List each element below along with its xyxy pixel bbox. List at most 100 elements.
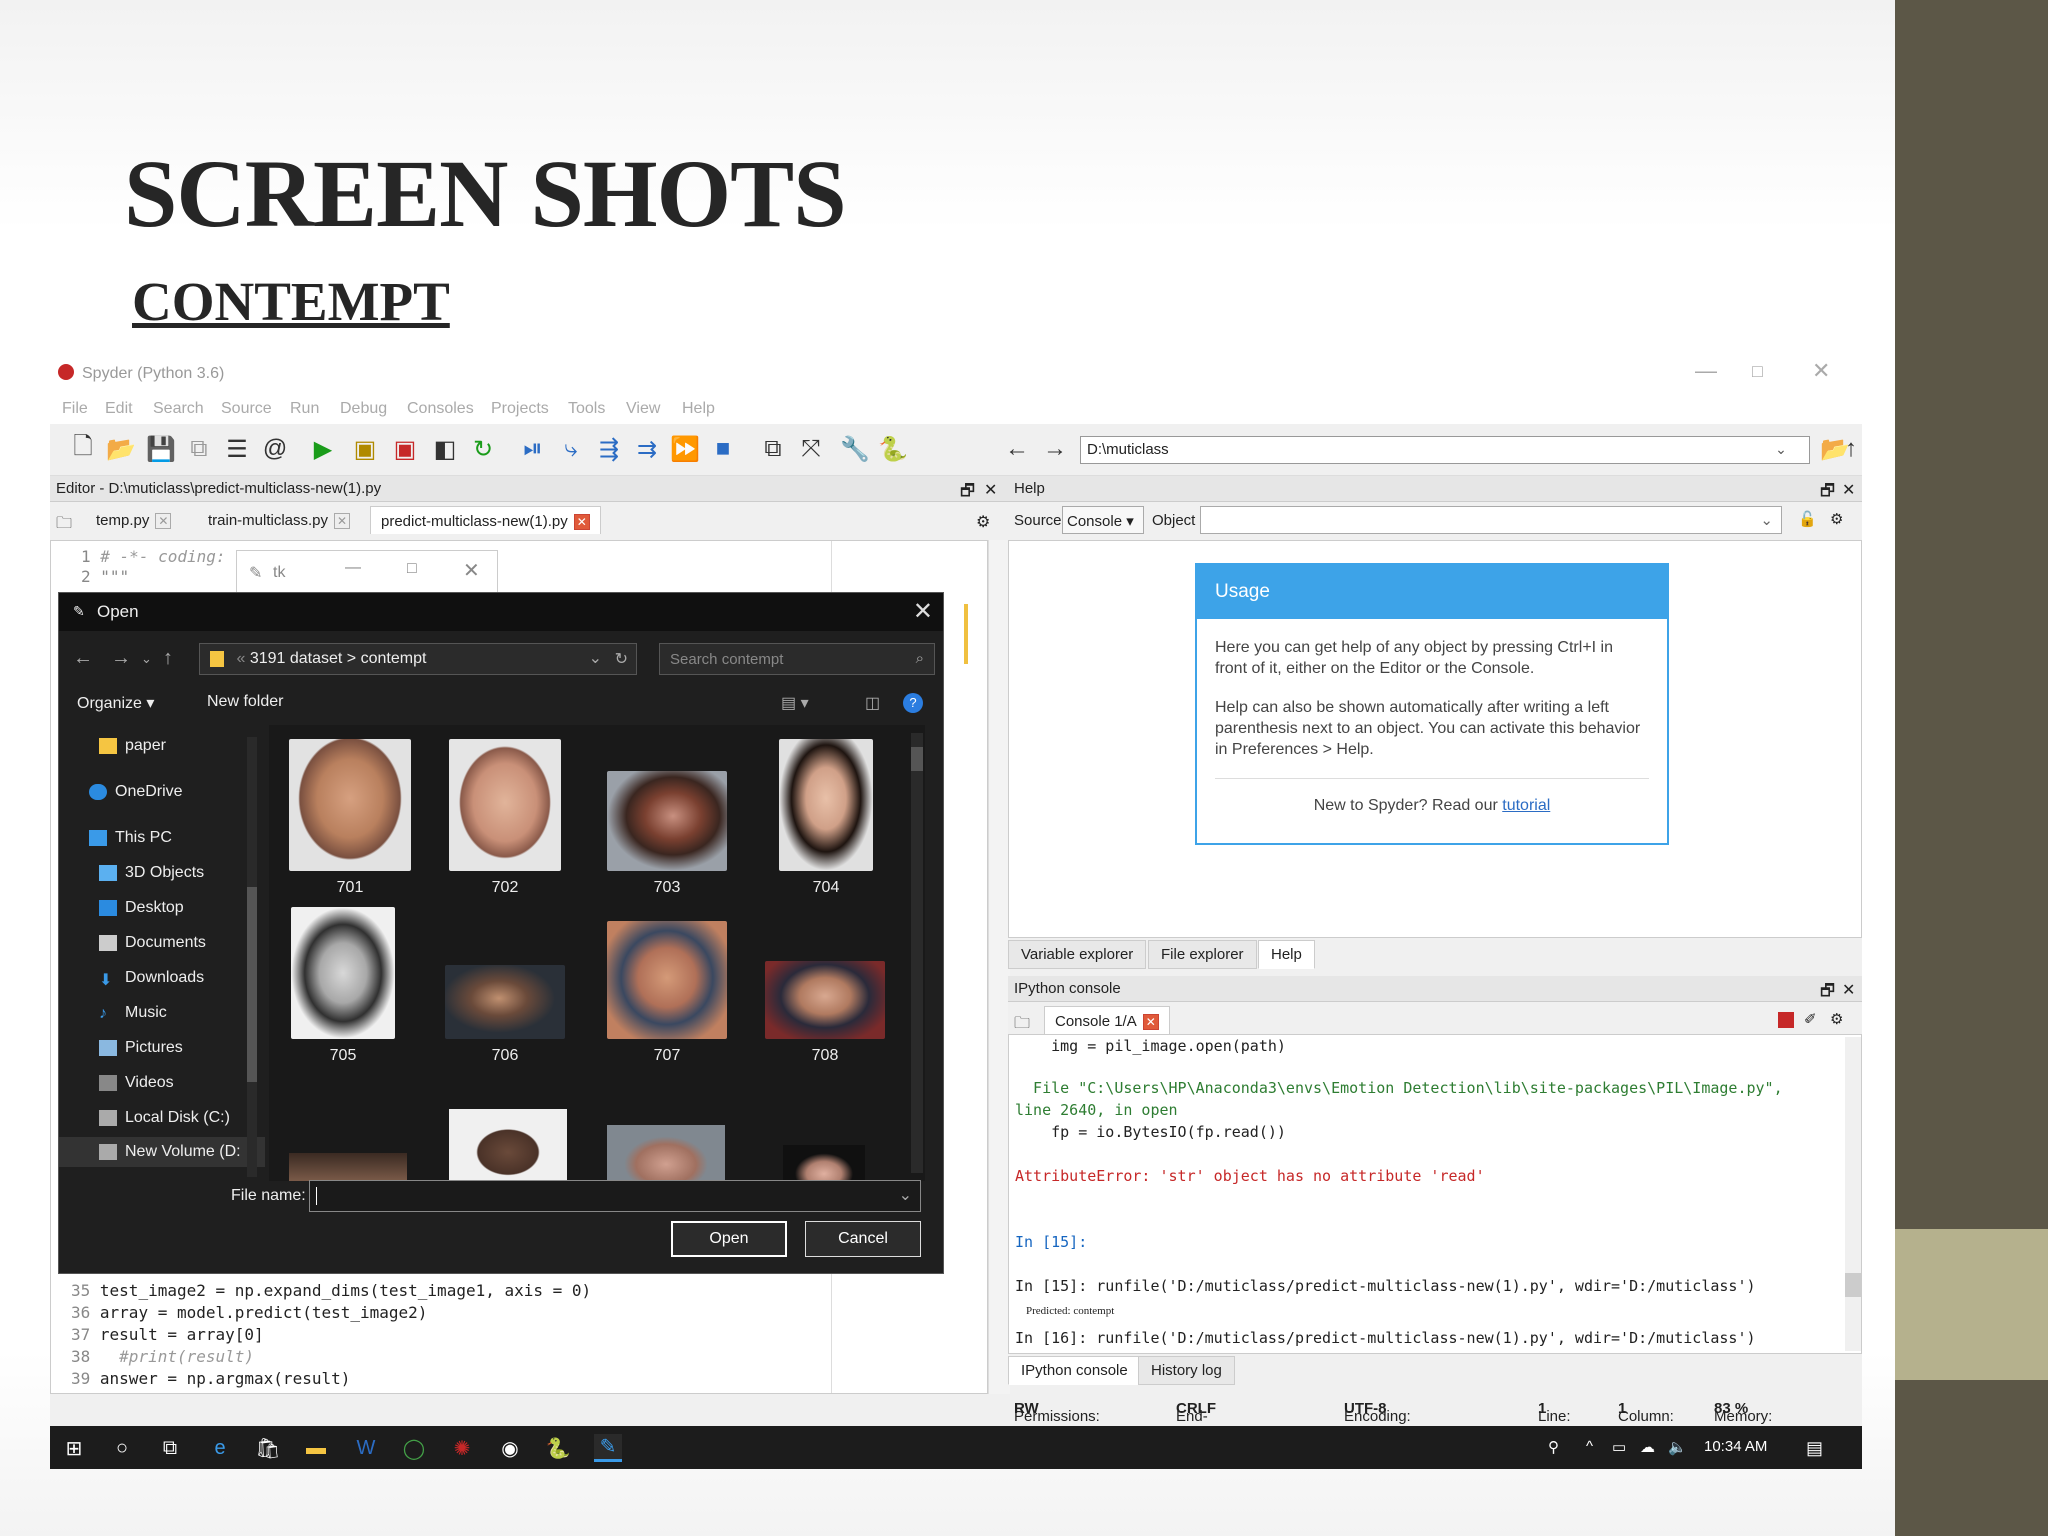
chrome-icon[interactable]: ◉: [496, 1434, 524, 1462]
step-return-icon[interactable]: ⇉: [632, 434, 662, 464]
file-name-dropdown-icon[interactable]: ⌄: [899, 1185, 912, 1205]
nav-item-pictures[interactable]: Pictures: [99, 1039, 183, 1057]
nav-item-new-volume[interactable]: New Volume (D:: [59, 1137, 265, 1167]
ipython-console[interactable]: img = pil_image.open(path) File "C:\User…: [1008, 1034, 1862, 1354]
step-into-icon[interactable]: ⇶: [594, 434, 624, 464]
clear-console-icon[interactable]: ✐: [1804, 1010, 1817, 1028]
menu-tools[interactable]: Tools: [568, 400, 605, 418]
object-dropdown-icon[interactable]: ⌄: [1760, 511, 1773, 529]
file-item[interactable]: 702: [449, 739, 561, 897]
cancel-button[interactable]: Cancel: [805, 1221, 921, 1257]
file-item[interactable]: 703: [607, 771, 727, 897]
maximize-button[interactable]: □: [1752, 361, 1763, 382]
nav-item-downloads[interactable]: ⬇ Downloads: [99, 969, 204, 989]
python-path-icon[interactable]: 🐍: [878, 434, 908, 464]
dialog-back-icon[interactable]: ←: [73, 647, 93, 670]
organize-button[interactable]: Organize ▾: [77, 693, 154, 713]
run-icon[interactable]: ▶: [308, 434, 338, 464]
file-item[interactable]: 701: [289, 739, 411, 897]
clock[interactable]: 10:34 AM: [1704, 1438, 1767, 1455]
run-cell-icon[interactable]: ▣: [350, 434, 380, 464]
dialog-up-icon[interactable]: ↑: [163, 647, 173, 670]
address-dropdown-icon[interactable]: ⌄: [589, 648, 602, 668]
tab-console-1a[interactable]: Console 1/A ✕: [1044, 1006, 1170, 1034]
battery-icon[interactable]: ▭: [1612, 1438, 1626, 1456]
maximize-pane-icon[interactable]: ⧉: [758, 434, 788, 464]
people-icon[interactable]: ⚲: [1548, 1438, 1559, 1456]
spyder-taskbar-icon[interactable]: ✺: [448, 1434, 476, 1462]
at-icon[interactable]: @: [260, 434, 290, 464]
show-hidden-icons-chevron[interactable]: ^: [1586, 1438, 1593, 1455]
menu-help[interactable]: Help: [682, 400, 715, 418]
nav-item-desktop[interactable]: Desktop: [99, 899, 184, 917]
new-file-icon[interactable]: 🗋: [68, 433, 98, 464]
file-item[interactable]: 706: [445, 965, 565, 1065]
forward-arrow-icon[interactable]: →: [1040, 434, 1070, 464]
run-selection-icon[interactable]: ◧: [430, 434, 460, 464]
tk-maximize-button[interactable]: □: [407, 560, 417, 578]
cortana-search-icon[interactable]: ○: [108, 1434, 136, 1462]
nav-item-3d-objects[interactable]: 3D Objects: [99, 864, 204, 882]
nav-item-local-disk[interactable]: Local Disk (C:): [99, 1109, 230, 1127]
tab-train-multiclass[interactable]: train-multiclass.py ✕: [198, 506, 360, 534]
file-item[interactable]: 708: [765, 961, 885, 1065]
word-icon[interactable]: W: [352, 1434, 380, 1462]
menu-source[interactable]: Source: [221, 400, 272, 418]
close-tab-icon[interactable]: ✕: [573, 514, 590, 531]
tutorial-link[interactable]: tutorial: [1502, 797, 1550, 814]
change-view-icon[interactable]: ▤ ▾: [781, 693, 809, 713]
action-center-icon[interactable]: ▤: [1806, 1438, 1823, 1459]
anaconda-icon[interactable]: ◯: [400, 1434, 428, 1462]
tk-close-button[interactable]: ✕: [463, 558, 480, 583]
stop-debug-icon[interactable]: ■: [708, 434, 738, 464]
windows-start-icon[interactable]: ⊞: [60, 1434, 88, 1462]
preview-pane-icon[interactable]: ◫: [865, 693, 880, 713]
nav-scrollbar[interactable]: [247, 737, 257, 1177]
breadcrumb-root[interactable]: 3191 dataset: [250, 650, 343, 667]
object-input[interactable]: ⌄: [1200, 506, 1782, 534]
close-help-pane-icon[interactable]: ✕: [1842, 480, 1855, 500]
preferences-wrench-icon[interactable]: 🔧: [840, 434, 870, 464]
continue-icon[interactable]: ⏩: [670, 434, 700, 464]
close-tab-icon[interactable]: ✕: [1142, 1014, 1159, 1031]
dialog-forward-icon[interactable]: →: [111, 647, 131, 670]
step-icon[interactable]: ⤷: [556, 434, 586, 464]
close-editor-pane-icon[interactable]: ✕: [984, 480, 997, 500]
nav-item-this-pc[interactable]: This PC: [89, 829, 172, 847]
python-icon[interactable]: 🐍: [544, 1434, 572, 1462]
dialog-close-button[interactable]: ✕: [913, 597, 933, 626]
menu-edit[interactable]: Edit: [105, 400, 133, 418]
close-button[interactable]: ✕: [1812, 358, 1830, 384]
open-button[interactable]: Open: [671, 1221, 787, 1257]
menu-consoles[interactable]: Consoles: [407, 400, 474, 418]
tk-minimize-button[interactable]: —: [345, 559, 361, 577]
edge-browser-icon[interactable]: e: [206, 1434, 234, 1462]
tab-predict-multiclass[interactable]: predict-multiclass-new(1).py ✕: [370, 506, 601, 534]
menu-debug[interactable]: Debug: [340, 400, 387, 418]
network-icon[interactable]: ☁: [1640, 1438, 1655, 1456]
file-explorer-icon[interactable]: ▬: [302, 1434, 330, 1462]
task-view-icon[interactable]: ⧉: [156, 1434, 184, 1462]
store-icon[interactable]: 🛍: [254, 1434, 282, 1462]
menu-file[interactable]: File: [62, 400, 88, 418]
tab-temp[interactable]: temp.py ✕: [86, 506, 181, 534]
tab-file-explorer[interactable]: File explorer: [1148, 940, 1257, 969]
source-select[interactable]: Console ▾: [1062, 506, 1144, 534]
refresh-icon[interactable]: ↻: [615, 649, 628, 669]
lock-icon[interactable]: 🔓: [1798, 510, 1817, 528]
console-options-gear-icon[interactable]: ⚙: [1830, 1010, 1843, 1028]
file-item[interactable]: 705: [291, 907, 395, 1065]
menu-view[interactable]: View: [626, 400, 660, 418]
tab-variable-explorer[interactable]: Variable explorer: [1008, 940, 1147, 969]
menu-run[interactable]: Run: [290, 400, 319, 418]
nav-item-videos[interactable]: Videos: [99, 1074, 174, 1092]
menu-search[interactable]: Search: [153, 400, 204, 418]
file-grid-scrollbar-thumb[interactable]: [911, 747, 923, 771]
help-options-gear-icon[interactable]: ⚙: [1830, 510, 1843, 528]
nav-scrollbar-thumb[interactable]: [247, 887, 257, 1082]
nav-item-paper[interactable]: paper: [99, 737, 166, 755]
editor-options-gear-icon[interactable]: ⚙: [976, 512, 990, 532]
menu-projects[interactable]: Projects: [491, 400, 549, 418]
file-item[interactable]: 704: [779, 739, 873, 897]
close-tab-icon[interactable]: ✕: [155, 513, 172, 530]
